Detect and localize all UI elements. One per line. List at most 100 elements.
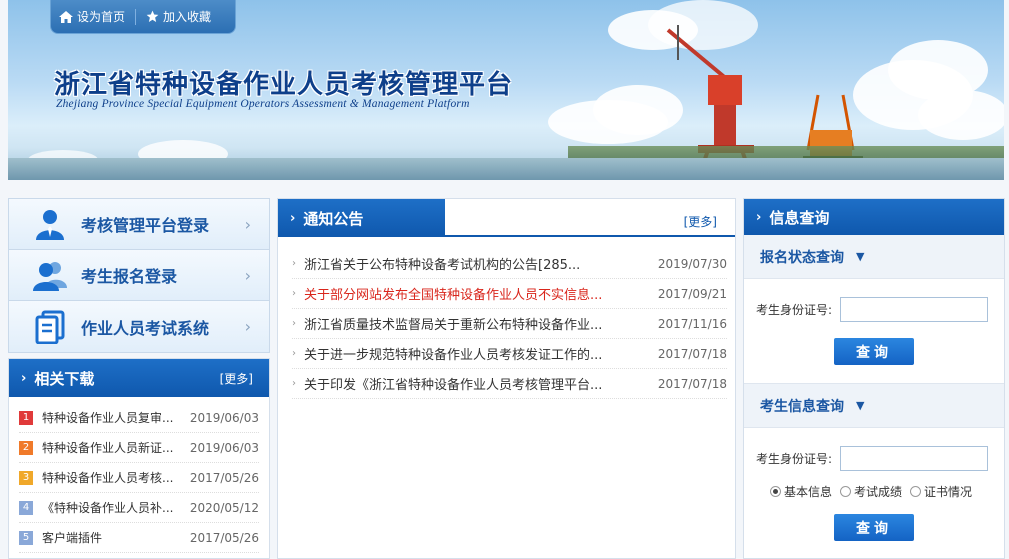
login-item-exam-system[interactable]: 作业人员考试系统 › — [9, 301, 269, 352]
notices-more-link[interactable]: [更多] — [684, 213, 717, 230]
notice-date: 2019/07/30 — [657, 256, 727, 271]
download-item[interactable]: 5 客户端插件 2017/05/26 — [19, 523, 259, 553]
notice-item[interactable]: › 关于部分网站发布全国特种设备作业人员不实信息... 2017/09/21 — [292, 279, 727, 309]
query-header: › 信息查询 — [744, 199, 1004, 235]
download-date: 2019/06/03 — [189, 440, 259, 455]
bullet-icon: › — [292, 348, 296, 359]
chevron-down-icon: ▼ — [856, 399, 865, 412]
rank-badge: 1 — [19, 410, 33, 425]
notices-panel: › 通知公告 [更多] › 浙江省关于公布特种设备考试机构的公告[285... 20… — [277, 198, 736, 559]
set-home-label: 设为首页 — [77, 10, 126, 24]
radio-label: 证书情况 — [924, 485, 973, 499]
notices-header: › 通知公告 [更多] — [278, 199, 735, 237]
notice-title: 关于进一步规范特种设备作业人员考核发证工作的... — [304, 348, 603, 363]
notice-title: 浙江省关于公布特种设备考试机构的公告[285... — [304, 258, 581, 273]
notice-item[interactable]: › 关于进一步规范特种设备作业人员考核发证工作的... 2017/07/18 — [292, 339, 727, 369]
info-query-toggle[interactable]: 考生信息查询 ▼ — [744, 384, 1004, 428]
chevron-right-icon: › — [21, 370, 27, 386]
radio-button[interactable] — [840, 486, 852, 497]
set-home-link[interactable]: 设为首页 — [59, 8, 125, 25]
bullet-icon: › — [292, 288, 296, 299]
chevron-right-icon: › — [244, 265, 251, 285]
query-panel: › 信息查询 报名状态查询 ▼ 考生身份证号: 查询 考生信息查询 ▼ 考生身份… — [743, 198, 1005, 559]
info-type-radio[interactable]: 证书情况 — [910, 483, 972, 500]
status-id-input[interactable] — [840, 297, 988, 322]
rank-badge: 4 — [19, 500, 33, 515]
info-query-button[interactable]: 查询 — [834, 514, 914, 541]
user-icon — [36, 210, 64, 240]
download-name: 《特种设备作业人员补... — [42, 501, 174, 515]
chevron-right-icon: › — [290, 210, 296, 226]
download-item[interactable]: 2 特种设备作业人员新证... 2019/06/03 — [19, 433, 259, 463]
notice-date: 2017/09/21 — [657, 286, 727, 301]
rank-badge: 5 — [19, 530, 33, 545]
download-date: 2017/05/26 — [189, 530, 259, 545]
status-id-label: 考生身份证号: — [756, 303, 833, 317]
info-type-radio[interactable]: 考试成绩 — [840, 483, 902, 500]
download-name: 客户端插件 — [42, 531, 103, 545]
login-item-platform[interactable]: 考核管理平台登录 › — [9, 199, 269, 250]
notice-date: 2017/07/18 — [657, 346, 727, 361]
download-name: 特种设备作业人员复审... — [42, 411, 174, 425]
download-item[interactable]: 4 《特种设备作业人员补... 2020/05/12 — [19, 493, 259, 523]
downloads-panel: › 相关下载 [更多] 1 特种设备作业人员复审... 2019/06/03 2 特种设… — [8, 358, 270, 559]
radio-button[interactable] — [770, 486, 781, 497]
downloads-header: › 相关下载 [更多] — [9, 359, 269, 397]
status-query-form: 考生身份证号: 查询 — [744, 279, 1004, 384]
download-item[interactable]: 1 特种设备作业人员复审... 2019/06/03 — [19, 403, 259, 433]
downloads-title: 相关下载 — [34, 369, 95, 388]
chevron-down-icon: ▼ — [856, 250, 865, 263]
download-date: 2020/05/12 — [189, 500, 259, 515]
notice-item[interactable]: › 关于印发《浙江省特种设备作业人员考核管理平台... 2017/07/18 — [292, 369, 727, 399]
info-type-radio[interactable]: 基本信息 — [770, 483, 832, 500]
login-menu: 考核管理平台登录 › 考生报名登录 › 作业人员考试系统 › — [8, 198, 270, 353]
add-favorite-link[interactable]: 加入收藏 — [146, 8, 211, 25]
notice-title: 关于部分网站发布全国特种设备作业人员不实信息... — [304, 288, 603, 303]
notice-date: 2017/07/18 — [657, 376, 727, 391]
info-id-input[interactable] — [840, 446, 988, 471]
info-query-title: 考生信息查询 — [760, 398, 844, 415]
downloads-list: 1 特种设备作业人员复审... 2019/06/03 2 特种设备作业人员新证... 20… — [9, 397, 269, 553]
add-favorite-label: 加入收藏 — [163, 10, 212, 24]
notices-title: 通知公告 — [303, 209, 364, 228]
water — [8, 158, 1004, 180]
notice-item[interactable]: › 浙江省关于公布特种设备考试机构的公告[285... 2019/07/30 — [292, 249, 727, 279]
download-item[interactable]: 3 特种设备作业人员考核... 2017/05/26 — [19, 463, 259, 493]
radio-label: 基本信息 — [784, 485, 833, 499]
bullet-icon: › — [292, 258, 296, 269]
rank-badge: 2 — [19, 440, 33, 455]
downloads-more-link[interactable]: [更多] — [220, 370, 253, 387]
download-name: 特种设备作业人员考核... — [42, 471, 174, 485]
notices-title-tab: › 通知公告 — [278, 199, 445, 237]
site-title: 浙江省特种设备作业人员考核管理平台 — [54, 70, 514, 100]
notice-item[interactable]: › 浙江省质量技术监督局关于重新公布特种设备作业... 2017/11/16 — [292, 309, 727, 339]
radio-button[interactable] — [910, 486, 922, 497]
login-item-candidate[interactable]: 考生报名登录 › — [9, 250, 269, 301]
download-date: 2019/06/03 — [189, 410, 259, 425]
status-query-toggle[interactable]: 报名状态查询 ▼ — [744, 235, 1004, 279]
info-query-form: 考生身份证号: 基本信息 考试成绩 证书情况 查询 — [744, 428, 1004, 558]
bullet-icon: › — [292, 318, 296, 329]
status-id-field: 考生身份证号: — [744, 297, 1004, 322]
chevron-right-icon: › — [756, 209, 762, 225]
login-item-label: 考生报名登录 — [81, 267, 178, 286]
login-item-label: 考核管理平台登录 — [81, 216, 210, 235]
status-query-title: 报名状态查询 — [760, 249, 844, 266]
notice-title: 关于印发《浙江省特种设备作业人员考核管理平台... — [304, 378, 603, 393]
topbar-divider — [135, 8, 137, 25]
download-date: 2017/05/26 — [189, 470, 259, 485]
notice-date: 2017/11/16 — [657, 316, 727, 331]
site-banner: 设为首页 加入收藏 浙江省特种设备作业人员考核管理平台 Zhejiang Pro… — [8, 0, 1004, 180]
status-query-button[interactable]: 查询 — [834, 338, 914, 365]
star-icon — [146, 10, 159, 23]
rank-badge: 3 — [19, 470, 33, 485]
site-subtitle: Zhejiang Province Special Equipment Oper… — [56, 98, 470, 110]
notices-list: › 浙江省关于公布特种设备考试机构的公告[285... 2019/07/30 › 关于部… — [278, 237, 735, 399]
download-name: 特种设备作业人员新证... — [42, 441, 174, 455]
home-icon — [59, 10, 73, 23]
info-id-field: 考生身份证号: — [744, 446, 1004, 471]
documents-icon — [35, 310, 65, 344]
bullet-icon: › — [292, 378, 296, 389]
query-title: 信息查询 — [769, 208, 830, 227]
info-type-options: 基本信息 考试成绩 证书情况 — [744, 483, 1004, 500]
